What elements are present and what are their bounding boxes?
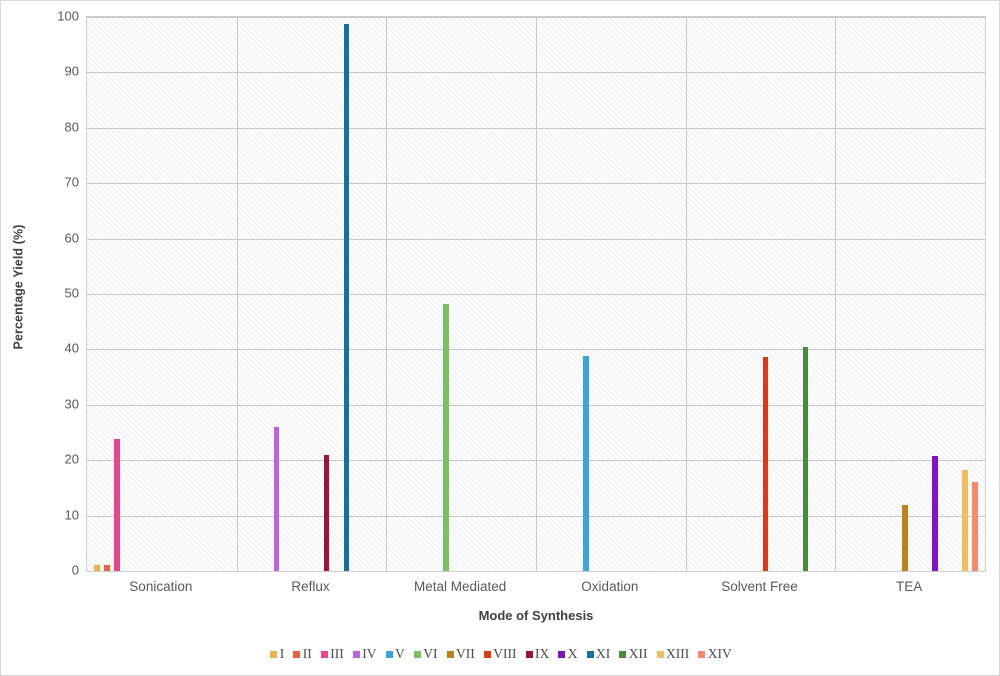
y-tick-label: 30 bbox=[64, 396, 79, 412]
legend-label: X bbox=[567, 646, 578, 661]
legend-swatch-icon bbox=[293, 650, 301, 658]
y-axis-title-text: Percentage Yield (%) bbox=[11, 224, 25, 349]
legend-item-x[interactable]: X bbox=[558, 646, 578, 662]
chart-legend: I II III IV V VI VII VIII IX X XI XII XIII XIV bbox=[1, 646, 1000, 662]
bar-xiv-tea[interactable] bbox=[972, 482, 978, 571]
legend-label: XI bbox=[596, 646, 611, 661]
legend-item-i[interactable]: I bbox=[270, 646, 284, 662]
y-tick-label: 60 bbox=[64, 230, 79, 246]
legend-swatch-icon bbox=[385, 650, 393, 658]
y-tick-label: 90 bbox=[64, 63, 79, 79]
x-tick-label: Solvent Free bbox=[721, 579, 798, 594]
x-tick-label: TEA bbox=[896, 579, 923, 594]
bar-viii-solvent-free[interactable] bbox=[762, 357, 769, 571]
x-axis-tick-labels: Sonication Reflux Metal Mediated Oxidation S… bbox=[86, 579, 986, 601]
legend-label: VIII bbox=[493, 646, 517, 661]
legend-swatch-icon bbox=[525, 650, 533, 658]
legend-label: IV bbox=[362, 646, 377, 661]
gridline-vertical bbox=[685, 17, 687, 571]
y-tick-label: 100 bbox=[57, 8, 79, 24]
legend-label: XIV bbox=[707, 646, 732, 661]
legend-item-vi[interactable]: VI bbox=[413, 646, 438, 662]
legend-item-xii[interactable]: XII bbox=[619, 646, 648, 662]
y-tick-label: 40 bbox=[64, 340, 79, 356]
legend-swatch-icon bbox=[352, 650, 360, 658]
y-tick-label: 50 bbox=[64, 285, 79, 301]
bar-x-tea[interactable] bbox=[932, 455, 938, 571]
plot-area bbox=[86, 16, 986, 572]
legend-swatch-icon bbox=[656, 650, 664, 658]
legend-swatch-icon bbox=[698, 650, 706, 658]
x-tick-label: Sonication bbox=[129, 579, 193, 594]
legend-label: XIII bbox=[666, 646, 690, 661]
legend-label: IX bbox=[535, 646, 550, 661]
gridline-vertical bbox=[386, 17, 388, 571]
legend-label: III bbox=[330, 646, 344, 661]
y-tick-label: 70 bbox=[64, 174, 79, 190]
gridline-vertical bbox=[536, 17, 537, 571]
bar-xii-solvent-free[interactable] bbox=[802, 346, 809, 571]
legend-swatch-icon bbox=[413, 650, 421, 658]
y-axis-tick-labels: 0 10 20 30 40 50 60 70 80 90 100 bbox=[31, 1, 79, 587]
legend-item-v[interactable]: V bbox=[385, 646, 405, 662]
y-tick-label: 10 bbox=[64, 507, 79, 523]
legend-swatch-icon bbox=[619, 650, 627, 658]
legend-item-ix[interactable]: IX bbox=[525, 646, 550, 662]
legend-item-iii[interactable]: III bbox=[320, 646, 344, 662]
bar-iv-reflux[interactable] bbox=[273, 426, 280, 571]
bar-iii-sonication[interactable] bbox=[114, 439, 120, 571]
x-tick-label: Reflux bbox=[291, 579, 330, 594]
bar-vi-metal-mediated[interactable] bbox=[443, 303, 449, 571]
bar-ix-reflux[interactable] bbox=[323, 454, 330, 571]
y-tick-label: 20 bbox=[64, 451, 79, 467]
legend-swatch-icon bbox=[558, 650, 566, 658]
legend-label: VII bbox=[456, 646, 475, 661]
legend-label: I bbox=[279, 646, 285, 661]
legend-item-xiii[interactable]: XIII bbox=[656, 646, 690, 662]
gridline-vertical bbox=[236, 17, 238, 571]
y-axis-title: Percentage Yield (%) bbox=[7, 1, 29, 572]
y-tick-label: 0 bbox=[71, 562, 79, 578]
bar-xiii-tea[interactable] bbox=[962, 470, 968, 571]
legend-item-viii[interactable]: VIII bbox=[483, 646, 517, 662]
legend-label: VI bbox=[423, 646, 438, 661]
y-tick-label: 80 bbox=[64, 119, 79, 135]
chart-container: Percentage Yield (%) 0 10 20 30 40 50 60 70 80 90… bbox=[0, 0, 1000, 676]
x-axis-title: Mode of Synthesis bbox=[478, 608, 594, 623]
legend-swatch-icon bbox=[320, 650, 328, 658]
legend-item-xi[interactable]: XI bbox=[586, 646, 611, 662]
gridline-vertical bbox=[835, 17, 837, 571]
legend-label: V bbox=[395, 646, 405, 661]
legend-item-iv[interactable]: IV bbox=[352, 646, 377, 662]
x-tick-label: Oxidation bbox=[581, 579, 639, 594]
legend-label: II bbox=[302, 646, 312, 661]
bar-ii-sonication[interactable] bbox=[104, 565, 110, 571]
bar-vii-tea[interactable] bbox=[902, 504, 908, 571]
bar-v-oxidation[interactable] bbox=[583, 355, 589, 571]
legend-item-xiv[interactable]: XIV bbox=[698, 646, 732, 662]
x-tick-label: Metal Mediated bbox=[414, 579, 507, 594]
legend-label: XII bbox=[628, 646, 648, 661]
legend-item-ii[interactable]: II bbox=[293, 646, 312, 662]
bar-xi-reflux[interactable] bbox=[343, 23, 350, 571]
legend-swatch-icon bbox=[586, 650, 594, 658]
legend-item-vii[interactable]: VII bbox=[446, 646, 475, 662]
legend-swatch-icon bbox=[270, 650, 278, 658]
bar-i-sonication[interactable] bbox=[94, 565, 100, 571]
legend-swatch-icon bbox=[483, 650, 491, 658]
legend-swatch-icon bbox=[446, 650, 454, 658]
